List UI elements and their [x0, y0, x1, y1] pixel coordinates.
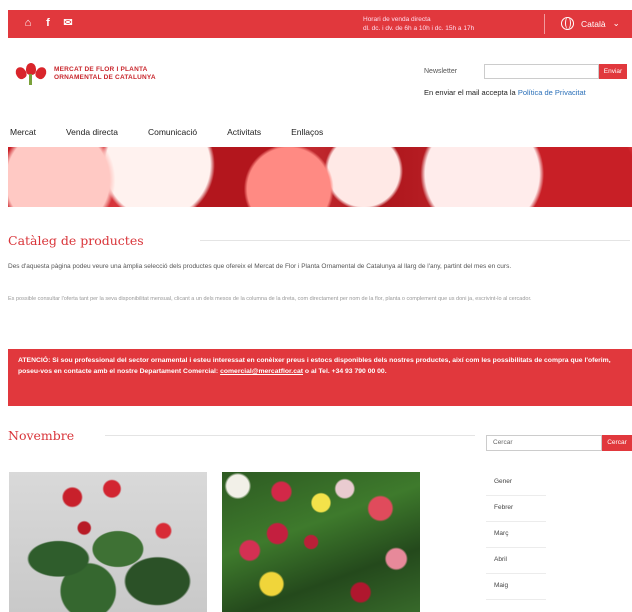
social-links: ⌂ f ✉	[22, 17, 74, 29]
consent-text: En enviar el mail accepta la	[424, 88, 518, 97]
nav-item-venda-directa[interactable]: Venda directa	[66, 127, 118, 137]
language-selector[interactable]: Català ⌄	[561, 17, 620, 30]
nav-item-comunicacio[interactable]: Comunicació	[148, 127, 197, 137]
nav-item-activitats[interactable]: Activitats	[227, 127, 261, 137]
month-title: Novembre	[8, 428, 75, 443]
newsletter-send-button[interactable]: Enviar	[599, 64, 627, 79]
globe-icon	[561, 17, 574, 30]
topbar-divider	[544, 14, 545, 34]
mail-icon[interactable]: ✉	[62, 17, 74, 29]
home-icon[interactable]: ⌂	[22, 17, 34, 29]
top-bar: ⌂ f ✉ Horari de venda directa dl. dc. i …	[8, 10, 632, 38]
chevron-down-icon: ⌄	[612, 18, 620, 28]
flower-logo-icon	[13, 63, 49, 85]
logo-line-1: MERCAT DE FLOR I PLANTA	[54, 66, 148, 73]
flowers-banner-image	[8, 147, 632, 207]
product-search: Cercar Cercar	[486, 435, 632, 451]
site-logo[interactable]: MERCAT DE FLOR I PLANTA ORNAMENTAL DE CA…	[13, 63, 156, 85]
newsletter-email-input[interactable]	[484, 64, 599, 79]
nav-item-mercat[interactable]: Mercat	[10, 127, 36, 137]
month-item-maig[interactable]: Maig	[486, 574, 546, 600]
hours-title: Horari de venda directa	[363, 16, 431, 23]
newsletter-label: Newsletter	[424, 68, 458, 75]
newsletter-consent-note: En enviar el mail accepta la Política de…	[424, 88, 627, 97]
month-item-marc[interactable]: Març	[486, 522, 546, 548]
catalog-intro: Des d'aquesta pàgina podeu veure una àmp…	[8, 263, 512, 270]
privacy-policy-link[interactable]: Política de Privacitat	[518, 88, 586, 97]
logo-text: MERCAT DE FLOR I PLANTA ORNAMENTAL DE CA…	[54, 66, 156, 82]
month-divider	[105, 435, 475, 436]
search-button[interactable]: Cercar	[602, 435, 632, 451]
month-item-abril[interactable]: Abril	[486, 548, 546, 574]
product-image-flowering-plants[interactable]	[222, 472, 420, 612]
language-label: Català	[581, 18, 606, 29]
newsletter-form: Newsletter Enviar En enviar el mail acce…	[424, 64, 627, 97]
catalog-title: Catàleg de productes	[8, 233, 144, 248]
title-divider	[200, 240, 630, 241]
month-item-febrer[interactable]: Febrer	[486, 496, 546, 522]
nav-item-enllacos[interactable]: Enllaços	[291, 127, 323, 137]
opening-hours: Horari de venda directa dl. dc. i dv. de…	[363, 15, 474, 33]
notice-phone: o al Tel. +34 93 790 00 00.	[303, 368, 387, 375]
hours-detail: dl. dc. i dv. de 6h a 10h i dc. 15h a 17…	[363, 25, 475, 32]
commercial-email-link[interactable]: comercial@mercatflor.cat	[220, 368, 303, 375]
month-list: Gener Febrer Març Abril Maig	[486, 470, 546, 600]
month-item-gener[interactable]: Gener	[486, 470, 546, 496]
professional-notice: ATENCIÓ: Si sou professional del sector …	[8, 349, 632, 406]
search-input[interactable]: Cercar	[486, 435, 602, 451]
main-nav: Mercat Venda directa Comunicació Activit…	[10, 127, 353, 137]
facebook-icon[interactable]: f	[42, 17, 54, 29]
product-image-anthurium[interactable]	[9, 472, 207, 612]
logo-line-2: ORNAMENTAL DE CATALUNYA	[54, 74, 156, 81]
catalog-hint: Es possible consultar l'oferta tant per …	[8, 296, 532, 302]
